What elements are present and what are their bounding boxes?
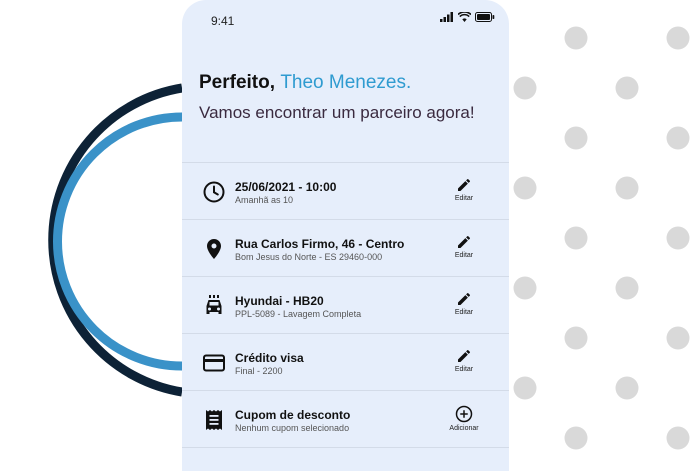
- coupon-title: Cupom de desconto: [235, 408, 351, 422]
- edit-payment-button[interactable]: Editar: [439, 348, 489, 373]
- vehicle-title: Hyundai - HB20: [235, 294, 324, 308]
- edit-label: Editar: [454, 309, 474, 316]
- plus-circle-icon: [455, 405, 473, 423]
- payment-title: Crédito visa: [235, 351, 304, 365]
- user-name: Theo Menezes.: [280, 72, 412, 93]
- datetime-subtitle: Amanhã as 10: [235, 195, 294, 205]
- edit-label: Editar: [454, 366, 474, 373]
- list-item-address: Rua Carlos Firmo, 46 - Centro Bom Jesus …: [182, 219, 509, 276]
- vehicle-subtitle: PPL-5089 - Lavagem Completa: [235, 309, 362, 319]
- battery-icon: [475, 12, 495, 22]
- greeting-title: Perfeito, Theo Menezes.: [199, 72, 411, 94]
- location-pin-icon: [207, 239, 221, 259]
- receipt-icon: [206, 410, 222, 430]
- list-item-payment: Crédito visa Final - 2200 Editar: [182, 333, 509, 390]
- booking-summary-list: 25/06/2021 - 10:00 Amanhã as 10 Editar R…: [182, 162, 509, 448]
- pencil-icon: [458, 292, 471, 305]
- greeting-text: Perfeito,: [199, 72, 276, 93]
- address-subtitle: Bom Jesus do Norte - ES 29460-000: [235, 252, 383, 262]
- credit-card-icon: [203, 354, 225, 372]
- datetime-title: 25/06/2021 - 10:00: [235, 180, 337, 194]
- list-item-coupon: Cupom de desconto Nenhum cupom seleciona…: [182, 390, 509, 448]
- address-title: Rua Carlos Firmo, 46 - Centro: [235, 237, 405, 251]
- edit-label: Editar: [454, 252, 474, 259]
- edit-datetime-button[interactable]: Editar: [439, 177, 489, 202]
- pencil-icon: [458, 178, 471, 191]
- greeting-subtitle: Vamos encontrar um parceiro agora!: [199, 103, 475, 122]
- pencil-icon: [458, 235, 471, 248]
- add-coupon-button[interactable]: Adicionar: [439, 405, 489, 432]
- add-label: Adicionar: [449, 425, 479, 432]
- clock-icon: [203, 181, 225, 203]
- signal-icon: [440, 12, 453, 22]
- pencil-icon: [458, 349, 471, 362]
- edit-label: Editar: [454, 195, 474, 202]
- payment-subtitle: Final - 2200: [235, 366, 283, 376]
- list-item-vehicle: Hyundai - HB20 PPL-5089 - Lavagem Comple…: [182, 276, 509, 333]
- car-icon: [206, 295, 222, 314]
- status-time: 9:41: [211, 14, 235, 28]
- coupon-subtitle: Nenhum cupom selecionado: [235, 423, 350, 433]
- status-icons: [440, 12, 495, 22]
- list-item-datetime: 25/06/2021 - 10:00 Amanhã as 10 Editar: [182, 162, 509, 219]
- edit-address-button[interactable]: Editar: [439, 234, 489, 259]
- wifi-icon: [458, 12, 471, 22]
- status-bar: 9:41: [182, 0, 509, 40]
- phone-screen: 9:41 Perfeito, Theo Menezes. Vamos encon…: [182, 0, 509, 471]
- edit-vehicle-button[interactable]: Editar: [439, 291, 489, 316]
